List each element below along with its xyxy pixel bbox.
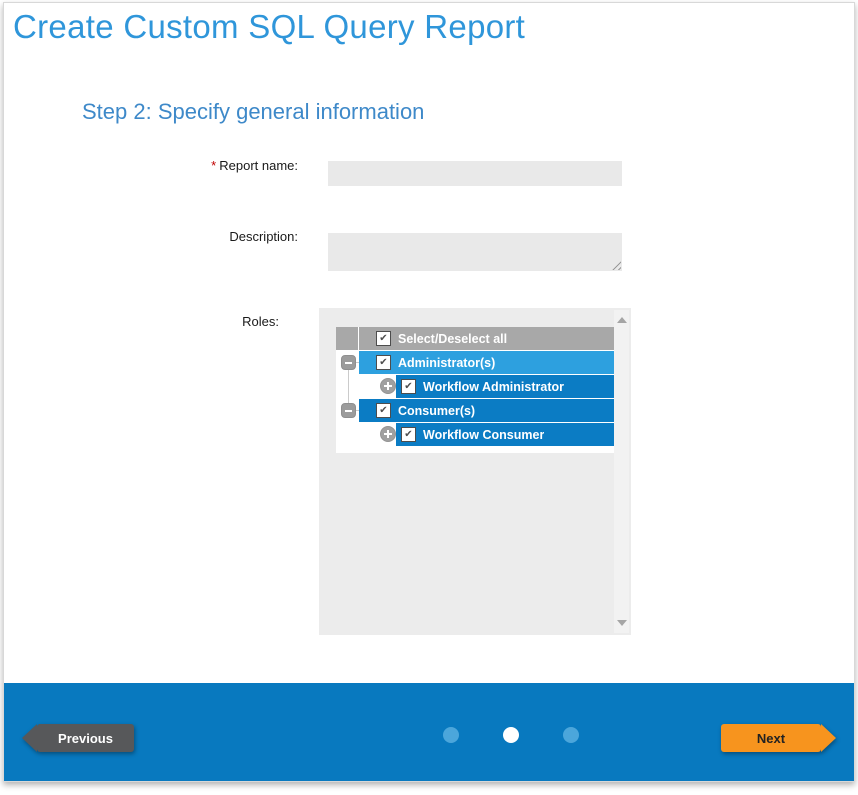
role-checkbox[interactable]: ✔ <box>401 427 416 442</box>
select-all-label: Select/Deselect all <box>398 332 507 346</box>
tree-row-label: Administrator(s) <box>398 356 495 370</box>
tree-row-workflow-administrator[interactable]: ✔ Workflow Administrator <box>396 375 614 398</box>
tree-connector-line <box>348 370 349 403</box>
previous-button-label: Previous <box>58 731 113 746</box>
scroll-down-icon[interactable] <box>617 620 627 626</box>
tree-row-consumers[interactable]: ✔ Consumer(s) <box>359 399 614 422</box>
tree-header-empty-cell <box>336 327 358 350</box>
scroll-up-icon[interactable] <box>617 317 627 323</box>
step-dot-2-active <box>503 727 519 743</box>
roles-listbox: ✔ Select/Deselect all ✔ Administrator(s)… <box>319 308 631 635</box>
step-indicator <box>443 727 579 743</box>
tree-row-workflow-consumer[interactable]: ✔ Workflow Consumer <box>396 423 614 446</box>
role-checkbox[interactable]: ✔ <box>376 355 391 370</box>
description-field-wrap <box>328 233 622 271</box>
step-dot-1 <box>443 727 459 743</box>
next-button-label: Next <box>757 731 785 746</box>
previous-button[interactable]: Previous <box>37 724 134 752</box>
wizard-panel: Create Custom SQL Query Report Step 2: S… <box>3 2 855 782</box>
page-title: Create Custom SQL Query Report <box>13 8 525 46</box>
report-name-label: *Report name: <box>98 158 298 173</box>
role-checkbox[interactable]: ✔ <box>376 403 391 418</box>
select-all-checkbox[interactable]: ✔ <box>376 331 391 346</box>
expand-button[interactable] <box>380 426 396 442</box>
required-asterisk: * <box>211 158 216 173</box>
collapse-button[interactable] <box>341 403 356 418</box>
expand-button[interactable] <box>380 378 396 394</box>
select-all-row[interactable]: ✔ Select/Deselect all <box>359 327 614 350</box>
tree-row-label: Consumer(s) <box>398 404 475 418</box>
description-label: Description: <box>98 229 298 244</box>
step-heading: Step 2: Specify general information <box>82 99 424 125</box>
description-textarea[interactable] <box>328 233 622 271</box>
roles-label: Roles: <box>79 314 279 329</box>
collapse-button[interactable] <box>341 355 356 370</box>
wizard-footer: Previous Next <box>4 683 854 781</box>
role-checkbox[interactable]: ✔ <box>401 379 416 394</box>
tree-row-label: Workflow Administrator <box>423 380 564 394</box>
report-name-input[interactable] <box>328 161 622 186</box>
step-dot-3 <box>563 727 579 743</box>
next-button[interactable]: Next <box>721 724 821 752</box>
roles-scrollbar[interactable] <box>614 310 629 633</box>
tree-row-label: Workflow Consumer <box>423 428 544 442</box>
tree-row-administrators[interactable]: ✔ Administrator(s) <box>359 351 614 374</box>
